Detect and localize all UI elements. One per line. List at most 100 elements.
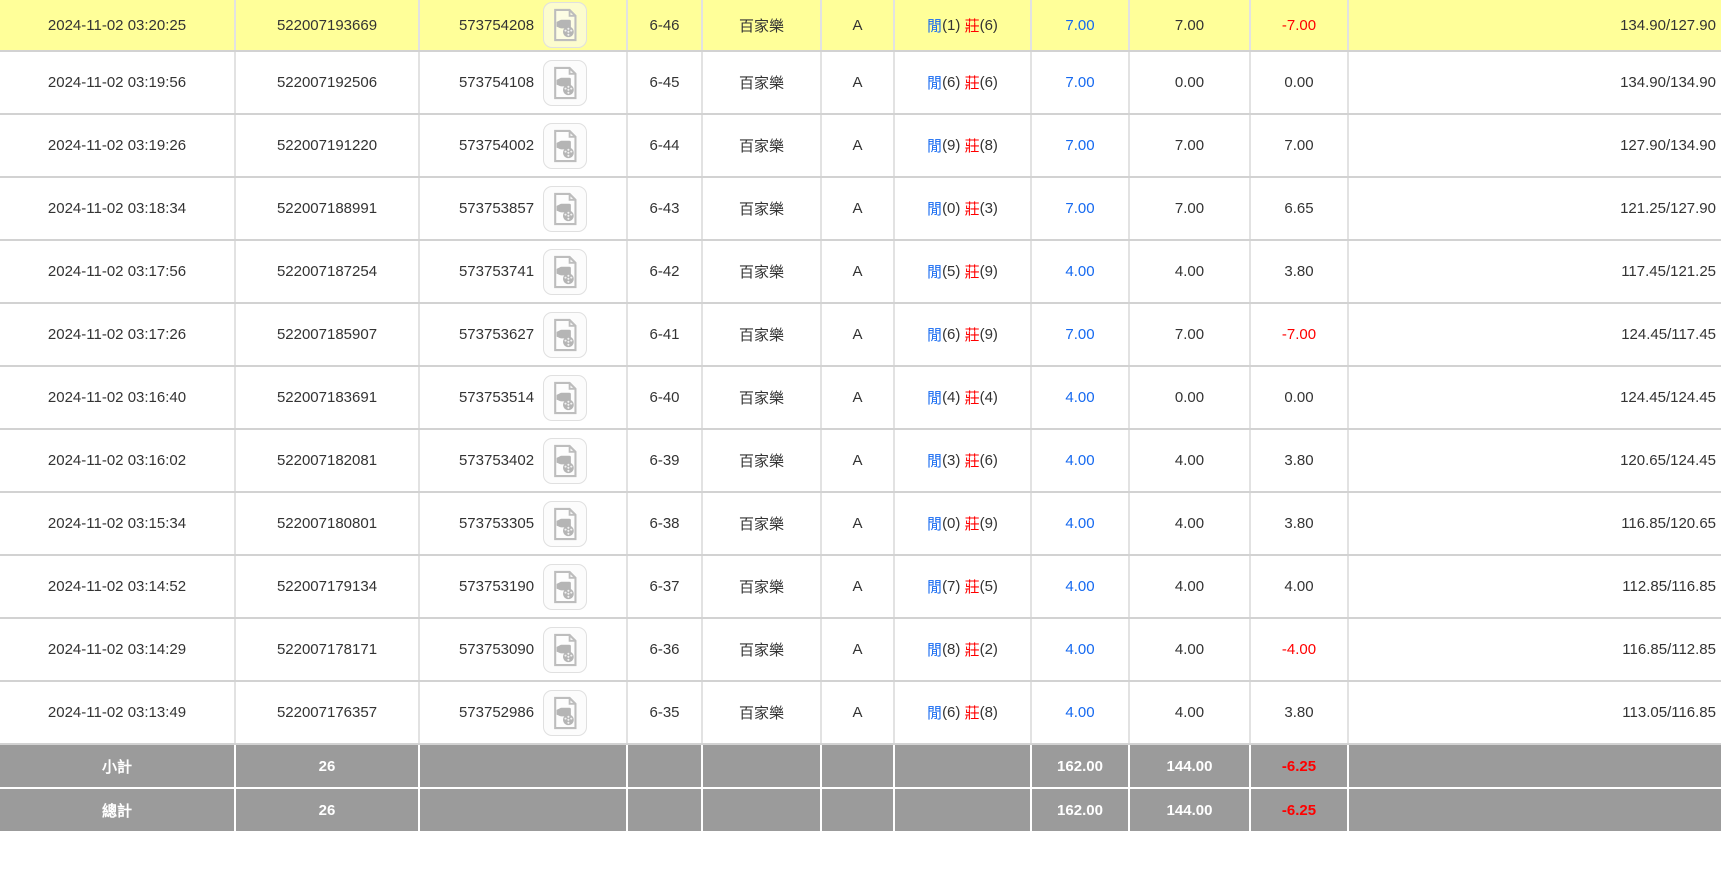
video-file-icon [549, 66, 581, 100]
summary-empty-cell [628, 745, 703, 787]
banker-score: (4) [979, 389, 998, 406]
banker-score: (8) [979, 137, 998, 154]
balance-value: 112.85/116.85 [1622, 578, 1716, 595]
result-cell: 閒 (4) 莊 (4) [895, 367, 1032, 428]
bet-id: 522007188991 [276, 200, 378, 217]
total-label-cell: 總計 [0, 789, 236, 831]
bet-id-cell: 522007176357 [236, 682, 420, 743]
video-replay-button[interactable] [543, 563, 588, 610]
result-cell: 閒 (0) 莊 (9) [895, 493, 1032, 554]
video-replay-button[interactable] [543, 122, 588, 169]
video-replay-button[interactable] [543, 59, 588, 106]
table-code: A [852, 578, 863, 595]
bet-time: 2024-11-02 03:17:56 [47, 263, 187, 280]
win-loss-cell: 3.80 [1251, 430, 1349, 491]
valid-bet-cell: 4.00 [1130, 556, 1251, 617]
result-cell: 閒 (1) 莊 (6) [895, 0, 1032, 50]
round-cell: 6-35 [628, 682, 703, 743]
game-serial: 573753402 [458, 452, 535, 469]
result-cell: 閒 (6) 莊 (8) [895, 682, 1032, 743]
game-serial: 573753741 [458, 263, 535, 280]
video-replay-button[interactable] [543, 248, 588, 295]
round-cell: 6-41 [628, 304, 703, 365]
video-replay-button[interactable] [543, 2, 588, 48]
round-number: 6-41 [649, 326, 680, 343]
banker-score: (6) [979, 452, 998, 469]
round-number: 6-36 [649, 641, 680, 658]
stake-amount: 4.00 [1065, 515, 1095, 532]
video-replay-button[interactable] [543, 689, 588, 736]
stake-amount: 4.00 [1065, 263, 1095, 280]
player-label: 閒 [927, 17, 943, 35]
game-serial-cell: 573754002 [420, 115, 628, 176]
banker-score: (5) [979, 578, 998, 595]
summary-label: 總計 [101, 802, 132, 820]
stake-cell: 4.00 [1032, 367, 1130, 428]
bet-id: 522007192506 [276, 74, 378, 91]
table-code-cell: A [822, 682, 895, 743]
table-row[interactable]: 2024-11-02 03:16:40 522007183691 573753514… [0, 367, 1721, 430]
banker-label: 莊 [964, 453, 980, 470]
video-replay-button[interactable] [543, 374, 588, 421]
player-score: (6) [942, 74, 961, 91]
summary-win-loss: -6.25 [1281, 757, 1317, 775]
summary-count-cell: 26 [236, 745, 420, 787]
table-row[interactable]: 2024-11-02 03:16:02 522007182081 573753402… [0, 430, 1721, 493]
table-row[interactable]: 2024-11-02 03:17:56 522007187254 573753741… [0, 241, 1721, 304]
table-row[interactable]: 2024-11-02 03:14:52 522007179134 573753190… [0, 556, 1721, 619]
bet-id-cell: 522007187254 [236, 241, 420, 302]
bet-time: 2024-11-02 03:15:34 [47, 515, 187, 532]
table-row[interactable]: 2024-11-02 03:13:49 522007176357 573752986… [0, 682, 1721, 745]
table-row[interactable]: 2024-11-02 03:14:29 522007178171 573753090… [0, 619, 1721, 682]
game-type-cell: 百家樂 [703, 367, 822, 428]
stake-amount: 7.00 [1065, 16, 1095, 34]
win-loss-amount: -4.00 [1281, 641, 1317, 658]
table-row[interactable]: 2024-11-02 03:18:34 522007188991 573753857… [0, 178, 1721, 241]
game-type-cell: 百家樂 [703, 0, 822, 50]
summary-empty-cell [895, 745, 1032, 787]
video-replay-button[interactable] [543, 437, 588, 484]
table-row[interactable]: 2024-11-02 03:19:26 522007191220 573754002… [0, 115, 1721, 178]
game-type-cell: 百家樂 [703, 619, 822, 680]
round-number: 6-43 [649, 200, 680, 217]
game-serial-cell: 573754108 [420, 52, 628, 113]
video-replay-button[interactable] [543, 185, 588, 232]
valid-bet-cell: 7.00 [1130, 304, 1251, 365]
game-type: 百家樂 [738, 327, 784, 344]
game-type-cell: 百家樂 [703, 178, 822, 239]
video-replay-button[interactable] [543, 500, 588, 547]
video-file-icon [549, 696, 581, 730]
valid-bet-cell: 4.00 [1130, 619, 1251, 680]
summary-win-loss-cell: -6.25 [1251, 745, 1349, 787]
valid-bet-cell: 4.00 [1130, 682, 1251, 743]
round-number: 6-46 [649, 16, 680, 34]
valid-bet-amount: 7.00 [1174, 137, 1205, 154]
win-loss-cell: 0.00 [1251, 367, 1349, 428]
valid-bet-amount: 4.00 [1174, 641, 1205, 658]
balance-cell: 112.85/116.85 [1349, 556, 1721, 617]
table-row[interactable]: 2024-11-02 03:19:56 522007192506 573754108… [0, 52, 1721, 115]
valid-bet-cell: 4.00 [1130, 241, 1251, 302]
table-row[interactable]: 2024-11-02 03:15:34 522007180801 573753305… [0, 493, 1721, 556]
stake-amount: 4.00 [1065, 452, 1095, 469]
subtotal-row: 小計 26 162.00 144.00 -6.25 [0, 745, 1721, 789]
round-cell: 6-45 [628, 52, 703, 113]
summary-count-cell: 26 [236, 789, 420, 831]
stake-amount: 4.00 [1065, 704, 1095, 721]
table-row[interactable]: 2024-11-02 03:17:26 522007185907 573753627… [0, 304, 1721, 367]
table-row[interactable]: 2024-11-02 03:20:25 522007193669 573754208… [0, 0, 1721, 52]
game-type-cell: 百家樂 [703, 493, 822, 554]
summary-balance-cell [1349, 789, 1721, 831]
round-cell: 6-42 [628, 241, 703, 302]
valid-bet-amount: 4.00 [1174, 515, 1205, 532]
player-score: (8) [942, 641, 961, 658]
video-replay-button[interactable] [543, 311, 588, 358]
banker-label: 莊 [964, 17, 980, 35]
video-replay-button[interactable] [543, 626, 588, 673]
bet-id: 522007185907 [276, 326, 378, 343]
summary-stake: 162.00 [1057, 801, 1103, 819]
game-type: 百家樂 [738, 453, 784, 470]
stake-amount: 4.00 [1065, 641, 1095, 658]
table-code: A [852, 452, 863, 469]
game-serial-cell: 573752986 [420, 682, 628, 743]
